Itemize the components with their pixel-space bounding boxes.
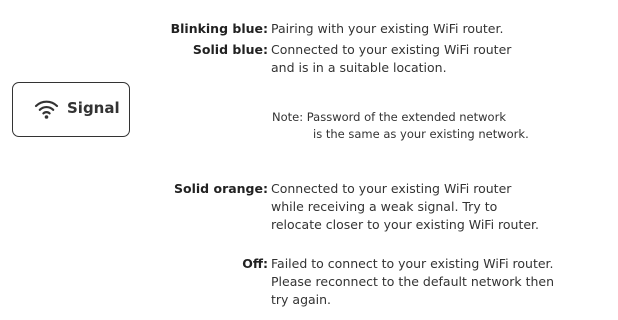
description-line: relocate closer to your existing WiFi ro…: [271, 217, 540, 232]
note-line-1: Note: Password of the extended network: [272, 110, 506, 124]
state-description: Pairing with your existing WiFi router.: [271, 20, 503, 38]
description-line: Connected to your existing WiFi router: [271, 42, 512, 57]
state-description: Failed to connect to your existing WiFi …: [271, 255, 554, 309]
note-line-2: is the same as your existing network.: [313, 127, 529, 141]
state-description: Connected to your existing WiFi router a…: [271, 41, 511, 77]
description-line: while receiving a weak signal. Try to: [271, 199, 498, 214]
state-term: Solid blue:: [192, 42, 268, 57]
state-term: Solid orange:: [174, 181, 268, 196]
state-term: Blinking blue:: [170, 21, 268, 36]
state-term: Off:: [242, 256, 268, 271]
signal-label: Signal: [67, 99, 120, 117]
description-line: Connected to your existing WiFi router: [271, 181, 512, 196]
description-line: and is in a suitable location.: [271, 60, 447, 75]
description-line: Pairing with your existing WiFi router.: [271, 21, 504, 36]
description-line: Please reconnect to the default network …: [271, 274, 555, 289]
description-line: try again.: [271, 292, 332, 307]
state-description: Connected to your existing WiFi router w…: [271, 180, 539, 234]
wifi-icon: [34, 100, 59, 119]
signal-indicator-box: Signal: [12, 82, 130, 137]
description-line: Failed to connect to your existing WiFi …: [271, 256, 554, 271]
